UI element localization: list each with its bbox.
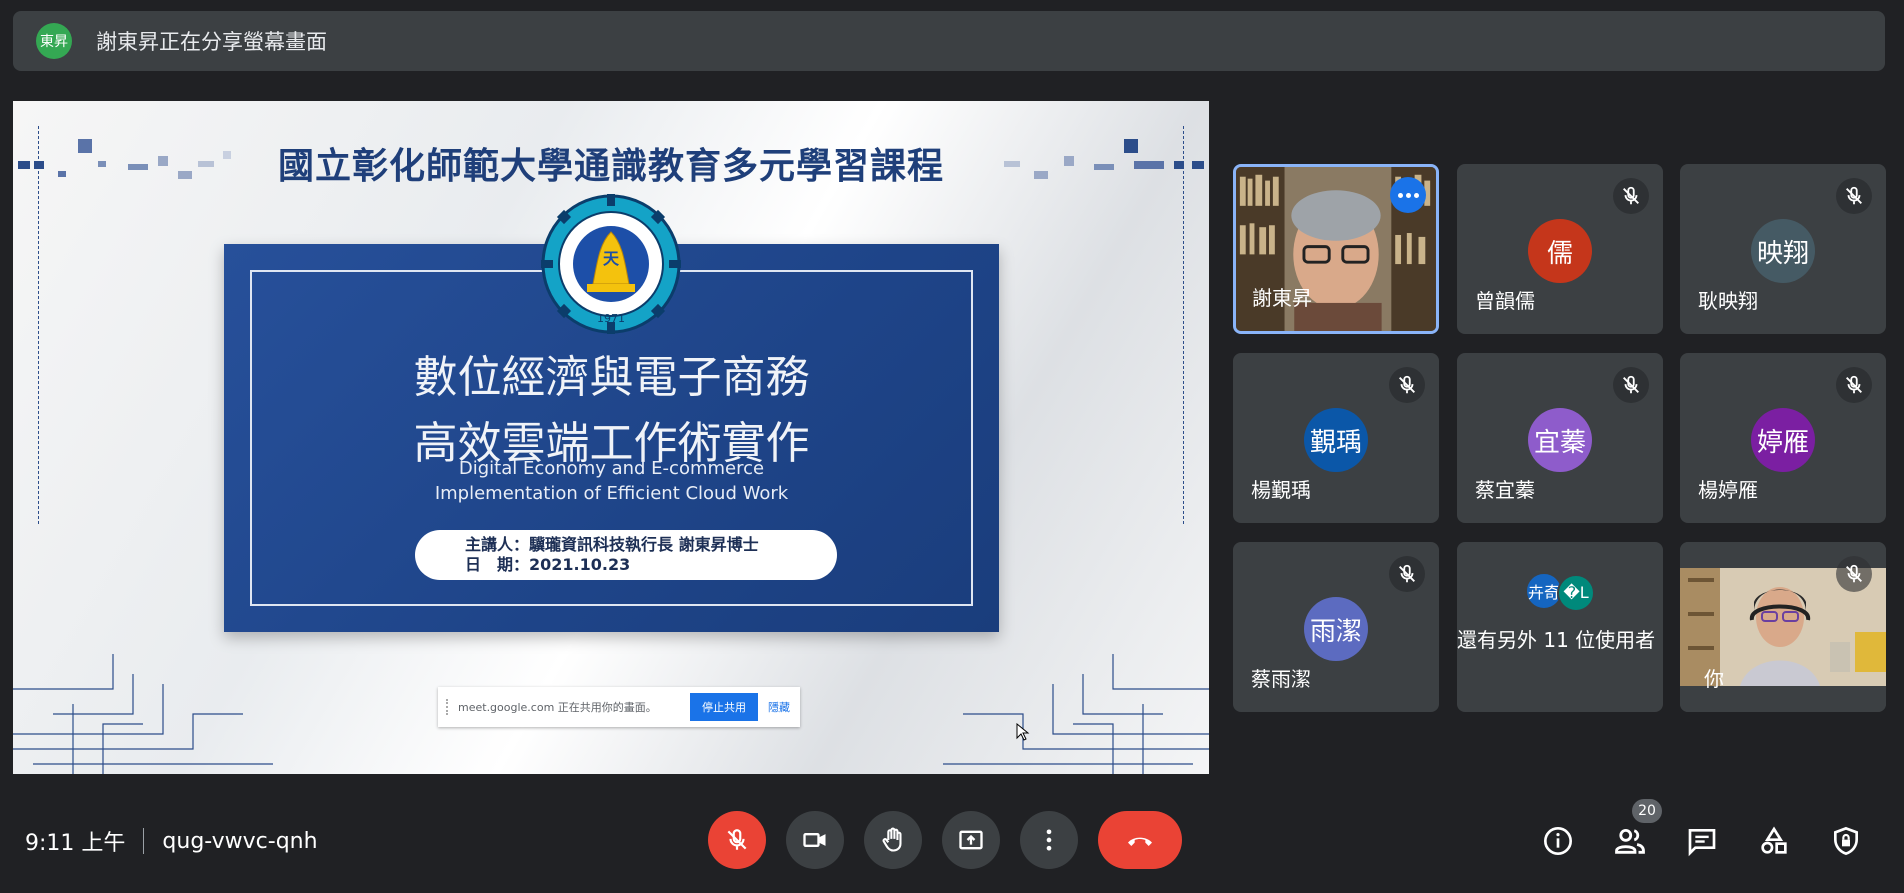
presentation-banner-text: 謝東昇正在分享螢幕畫面 [96,30,327,54]
camera-toggle-button[interactable] [786,811,844,869]
more-vert-icon [1046,829,1052,851]
university-emblem-logo: 天 1971 [541,194,681,334]
people-icon [1615,828,1645,854]
info-icon [1544,827,1572,855]
participant-tile[interactable]: 婷雁 楊婷雁 [1680,353,1886,523]
more-options-button[interactable] [1020,811,1078,869]
svg-text:天: 天 [603,249,620,268]
end-call-button[interactable] [1098,811,1182,869]
mic-off-icon [1389,367,1425,403]
raise-hand-button[interactable] [864,811,922,869]
mic-off-icon [1836,556,1872,592]
mouse-cursor-icon [1016,723,1030,741]
participant-tile-presenter[interactable]: 謝東昇 [1233,164,1439,334]
slide-subtitle-line1: Digital Economy and E-commerce [458,458,765,479]
slide-speaker-line: 主講人：驥瓏資訊科技執行長 謝東昇博士 [465,535,759,554]
present-screen-button[interactable] [942,811,1000,869]
slide-main-title-line1: 數位經濟與電子商務 [413,352,810,403]
participant-name: 你 [1704,667,1724,691]
chat-icon [1688,829,1716,857]
chat-button[interactable] [1682,821,1722,861]
participant-avatar: 覲瑀 [1304,408,1368,472]
call-controls-bar: 9:11 上午 qug-vwvc-qnh 20 [0,785,1904,893]
meeting-details-button[interactable] [1538,821,1578,861]
participant-tile[interactable]: 雨潔 蔡雨潔 [1233,542,1439,712]
mic-off-icon [1836,178,1872,214]
participant-name: 楊婷雁 [1698,478,1758,502]
participant-avatar: 婷雁 [1751,408,1815,472]
hand-icon [882,827,902,852]
mic-off-icon [1389,556,1425,592]
participant-avatar: 宜蓁 [1528,408,1592,472]
participant-name: 耿映翔 [1698,289,1758,313]
divider [143,828,145,854]
activities-button[interactable] [1754,821,1794,861]
current-time: 9:11 上午 [25,831,126,856]
meeting-details: 9:11 上午 qug-vwvc-qnh [25,825,318,857]
participant-avatar: �L [1557,573,1595,612]
participant-tile[interactable]: 儒 曾韻儒 [1457,164,1663,334]
participant-count-badge: 20 [1632,799,1662,823]
participant-avatar: 雨潔 [1304,597,1368,661]
participant-avatar: 儒 [1528,219,1592,283]
mic-off-icon [727,829,747,850]
participant-name: 蔡雨潔 [1251,667,1311,691]
stop-sharing-button[interactable]: 停止共用 [690,693,758,721]
mic-off-icon [1836,367,1872,403]
present-icon [959,830,983,850]
slide-speaker-info: 主講人：驥瓏資訊科技執行長 謝東昇博士 日 期：2021.10.23 [415,530,837,580]
emblem-year: 1971 [597,312,625,325]
drag-handle[interactable] [446,699,450,715]
meeting-code: qug-vwvc-qnh [162,828,318,854]
hide-notice-link[interactable]: 隱藏 [768,699,790,715]
participant-name: 楊覲瑀 [1251,478,1311,502]
others-avatars: 卉奇 �L [1457,572,1663,612]
microphone-toggle-button[interactable] [708,811,766,869]
participant-avatar: 映翔 [1751,219,1815,283]
participant-tile[interactable]: 映翔 耿映翔 [1680,164,1886,334]
camera-icon [803,833,826,847]
shared-screen: 國立彰化師範大學通識教育多元學習課程 天 1971 數位經濟與電子商務 高效雲端… [13,101,1209,774]
participant-tile[interactable]: 宜蓁 蔡宜蓁 [1457,353,1663,523]
slide-date-line: 日 期：2021.10.23 [465,555,631,574]
slide-university-title: 國立彰化師範大學通識教育多元學習課程 [277,145,944,187]
participant-name: 謝東昇 [1252,286,1312,310]
presentation-banner: 東昇 謝東昇正在分享螢幕畫面 [13,11,1885,71]
people-button[interactable] [1610,821,1650,861]
participant-name: 曾韻儒 [1475,289,1535,313]
others-tile[interactable]: 卉奇 �L 還有另外 11 位使用者 [1457,542,1663,712]
hang-up-icon [1128,837,1152,846]
mic-off-icon [1613,178,1649,214]
presenter-avatar: 東昇 [36,23,72,59]
host-controls-button[interactable] [1826,821,1866,861]
screen-share-notice: meet.google.com 正在共用你的畫面。 停止共用 隱藏 [438,687,800,727]
participant-tile-self[interactable]: 你 [1680,542,1886,712]
mic-off-icon [1613,367,1649,403]
more-options-icon[interactable] [1390,177,1426,213]
slide-subtitle-line2: Implementation of Efficient Cloud Work [434,483,789,504]
share-notice-text: meet.google.com 正在共用你的畫面。 [458,701,657,714]
activities-icon [1761,826,1787,854]
shield-lock-icon [1834,826,1858,856]
participant-tile[interactable]: 覲瑀 楊覲瑀 [1233,353,1439,523]
participant-name: 蔡宜蓁 [1475,478,1535,502]
others-count-label: 還有另外 11 位使用者 [1457,628,1656,652]
